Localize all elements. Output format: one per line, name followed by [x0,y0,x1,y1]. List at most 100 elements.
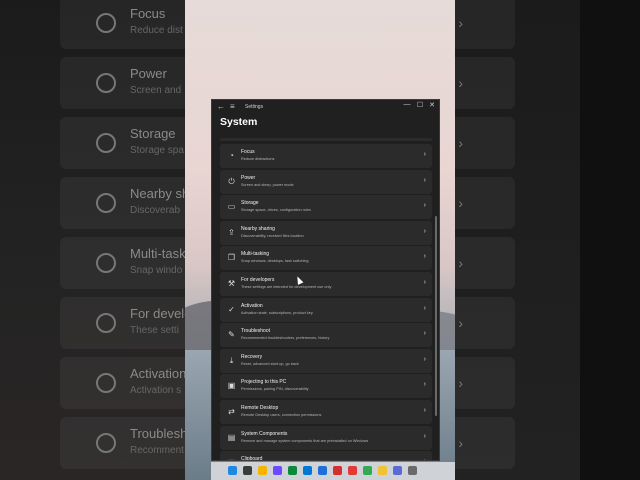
list-item-partial [220,138,432,141]
taskbar-app-icon[interactable] [288,466,297,475]
taskbar-app-icon[interactable] [273,466,282,475]
minimize-button[interactable]: — [401,101,413,108]
background-item-subtitle: Activation s [130,385,182,396]
background-list-item: FocusReduce dist› [455,0,515,49]
settings-item-subtitle: Discoverability, received files location [241,233,304,238]
settings-item-storage[interactable]: ▭ Storage Storage space, drives, configura… [220,195,432,220]
settings-item-focus[interactable]: ◔ Focus Reduce distractions › [220,144,432,168]
background-settings-right: FocusReduce dist› PowerScreen and› Storage… [455,0,640,480]
taskbar-app-icon[interactable] [393,466,402,475]
background-list-item: TroubleshoRecomment› [60,417,185,469]
chevron-right-icon: › [423,176,426,184]
developers-icon: ⚒ [227,278,236,288]
chevron-right-icon: › [423,355,426,363]
settings-item-title: Activation [241,302,263,309]
background-item-icon [96,253,116,273]
background-list-item: PowerScreen and› [455,57,515,109]
settings-item-nearby-sharing[interactable]: ⇪ Nearby sharing Discoverability, received… [220,220,432,245]
settings-item-title: Clipboard [241,456,263,461]
settings-item-title: Projecting to this PC [241,379,287,386]
taskbar-app-icon[interactable] [318,466,327,475]
close-button[interactable]: ✕ [426,101,438,109]
background-item-icon [96,433,116,453]
back-arrow-icon[interactable]: ← [217,102,225,111]
background-list-item: For develoThese setti› [60,297,185,349]
chevron-right-icon: › [423,304,426,312]
chevron-right-icon: › [458,255,463,271]
start-button-icon[interactable] [228,466,237,475]
settings-item-power[interactable]: ⏻ Power Screen and sleep, power mode › [220,169,432,194]
chevron-right-icon: › [458,135,463,151]
settings-item-remote-desktop[interactable]: ⇄ Remote Desktop Remote Desktop users, con… [220,399,432,424]
storage-icon: ▭ [227,202,236,212]
chevron-right-icon: › [423,432,426,440]
chevron-right-icon: › [423,381,426,389]
background-item-subtitle: Storage spa [130,145,184,156]
settings-item-activation[interactable]: ✓ Activation Activation state, subscriptio… [220,297,432,322]
settings-item-title: Power [241,174,256,181]
settings-item-subtitle: Permissions, pairing PIN, discoverabilit… [241,387,309,392]
settings-item-title: Focus [241,149,255,155]
settings-item-title: Multi-tasking [241,251,270,258]
background-list-item: For develoThese setti› [455,297,515,349]
taskbar [211,462,455,480]
taskbar-app-icon[interactable] [333,466,342,475]
background-item-subtitle: These setti [130,325,179,336]
background-list-item: ActivationActivation s› [455,357,515,409]
settings-item-projecting-to-this-pc[interactable]: ▣ Projecting to this PC Permissions, pairi… [220,374,432,399]
chevron-right-icon: › [458,195,463,211]
window-title: Settings [245,104,264,110]
settings-item-clipboard[interactable]: ▦ Clipboard › [220,451,432,461]
chevron-right-icon: › [423,202,426,210]
background-item-icon [96,373,116,393]
chevron-right-icon: › [458,75,463,91]
background-item-subtitle: Recomment [130,445,184,456]
background-list-item: Nearby shaDiscoverab› [455,177,515,229]
background-item-icon [96,313,116,333]
chevron-right-icon: › [423,253,426,261]
taskbar-app-icon[interactable] [258,466,267,475]
settings-item-system-components[interactable]: ▤ System Components Remove and manage syst… [220,425,432,450]
multitasking-icon: ❐ [227,253,236,263]
taskbar-app-icon[interactable] [348,466,357,475]
settings-item-for-developers[interactable]: ⚒ For developers These settings are intend… [220,271,432,296]
settings-item-troubleshoot[interactable]: ✎ Troubleshoot Recommended troubleshooters… [220,323,432,348]
recovery-icon: ⤓ [229,355,234,365]
background-list-item: StorageStorage spa› [60,117,185,169]
settings-item-title: Recovery [241,353,263,360]
maximize-button[interactable]: ☐ [414,101,426,109]
taskbar-app-icon[interactable] [303,466,312,475]
chevron-right-icon: › [423,330,426,338]
background-item-subtitle: Discoverab [130,205,181,216]
settings-item-multi-tasking[interactable]: ❐ Multi-tasking Snap windows, desktops, ta… [220,246,432,271]
settings-item-subtitle: Recommended troubleshooters, preferences… [241,336,330,341]
settings-item-title: For developers [241,276,275,283]
settings-item-subtitle: Screen and sleep, power mode [241,182,294,187]
title-bar: ← ≡ Settings — ☐ ✕ [212,100,439,114]
background-list-item: ActivationActivation s› [60,357,185,409]
chevron-right-icon: › [423,227,426,235]
settings-item-subtitle: Activation state, subscriptions, product… [241,310,313,315]
taskbar-app-icon[interactable] [243,466,252,475]
settings-item-title: System Components [241,430,288,437]
taskbar-app-icon[interactable] [378,466,387,475]
background-settings-left: FocusReduce dist›PowerScreen and›Storage… [0,0,185,480]
background-item-title: Storage [130,126,176,141]
taskbar-app-icon[interactable] [363,466,372,475]
background-item-subtitle: Reduce dist [130,25,183,36]
troubleshoot-icon: ✎ [228,330,235,340]
chevron-right-icon: › [424,458,426,460]
background-item-title: Troublesho [130,426,185,441]
background-list-item: TroubleshoRecomment› [455,417,515,469]
background-item-title: Multi-task [130,246,185,261]
scrollbar[interactable] [435,216,437,416]
clipboard-icon: ▦ [227,458,236,460]
nearby-sharing-icon: ⇪ [228,227,235,237]
hamburger-menu-icon[interactable]: ≡ [230,102,235,111]
taskbar-app-icon[interactable] [408,466,417,475]
background-item-icon [96,13,116,33]
background-item-title: Focus [130,6,166,21]
projecting-icon: ▣ [227,381,236,391]
settings-item-recovery[interactable]: ⤓ Recovery Reset, advanced start-up, go ba… [220,348,432,373]
activation-icon: ✓ [228,304,235,314]
